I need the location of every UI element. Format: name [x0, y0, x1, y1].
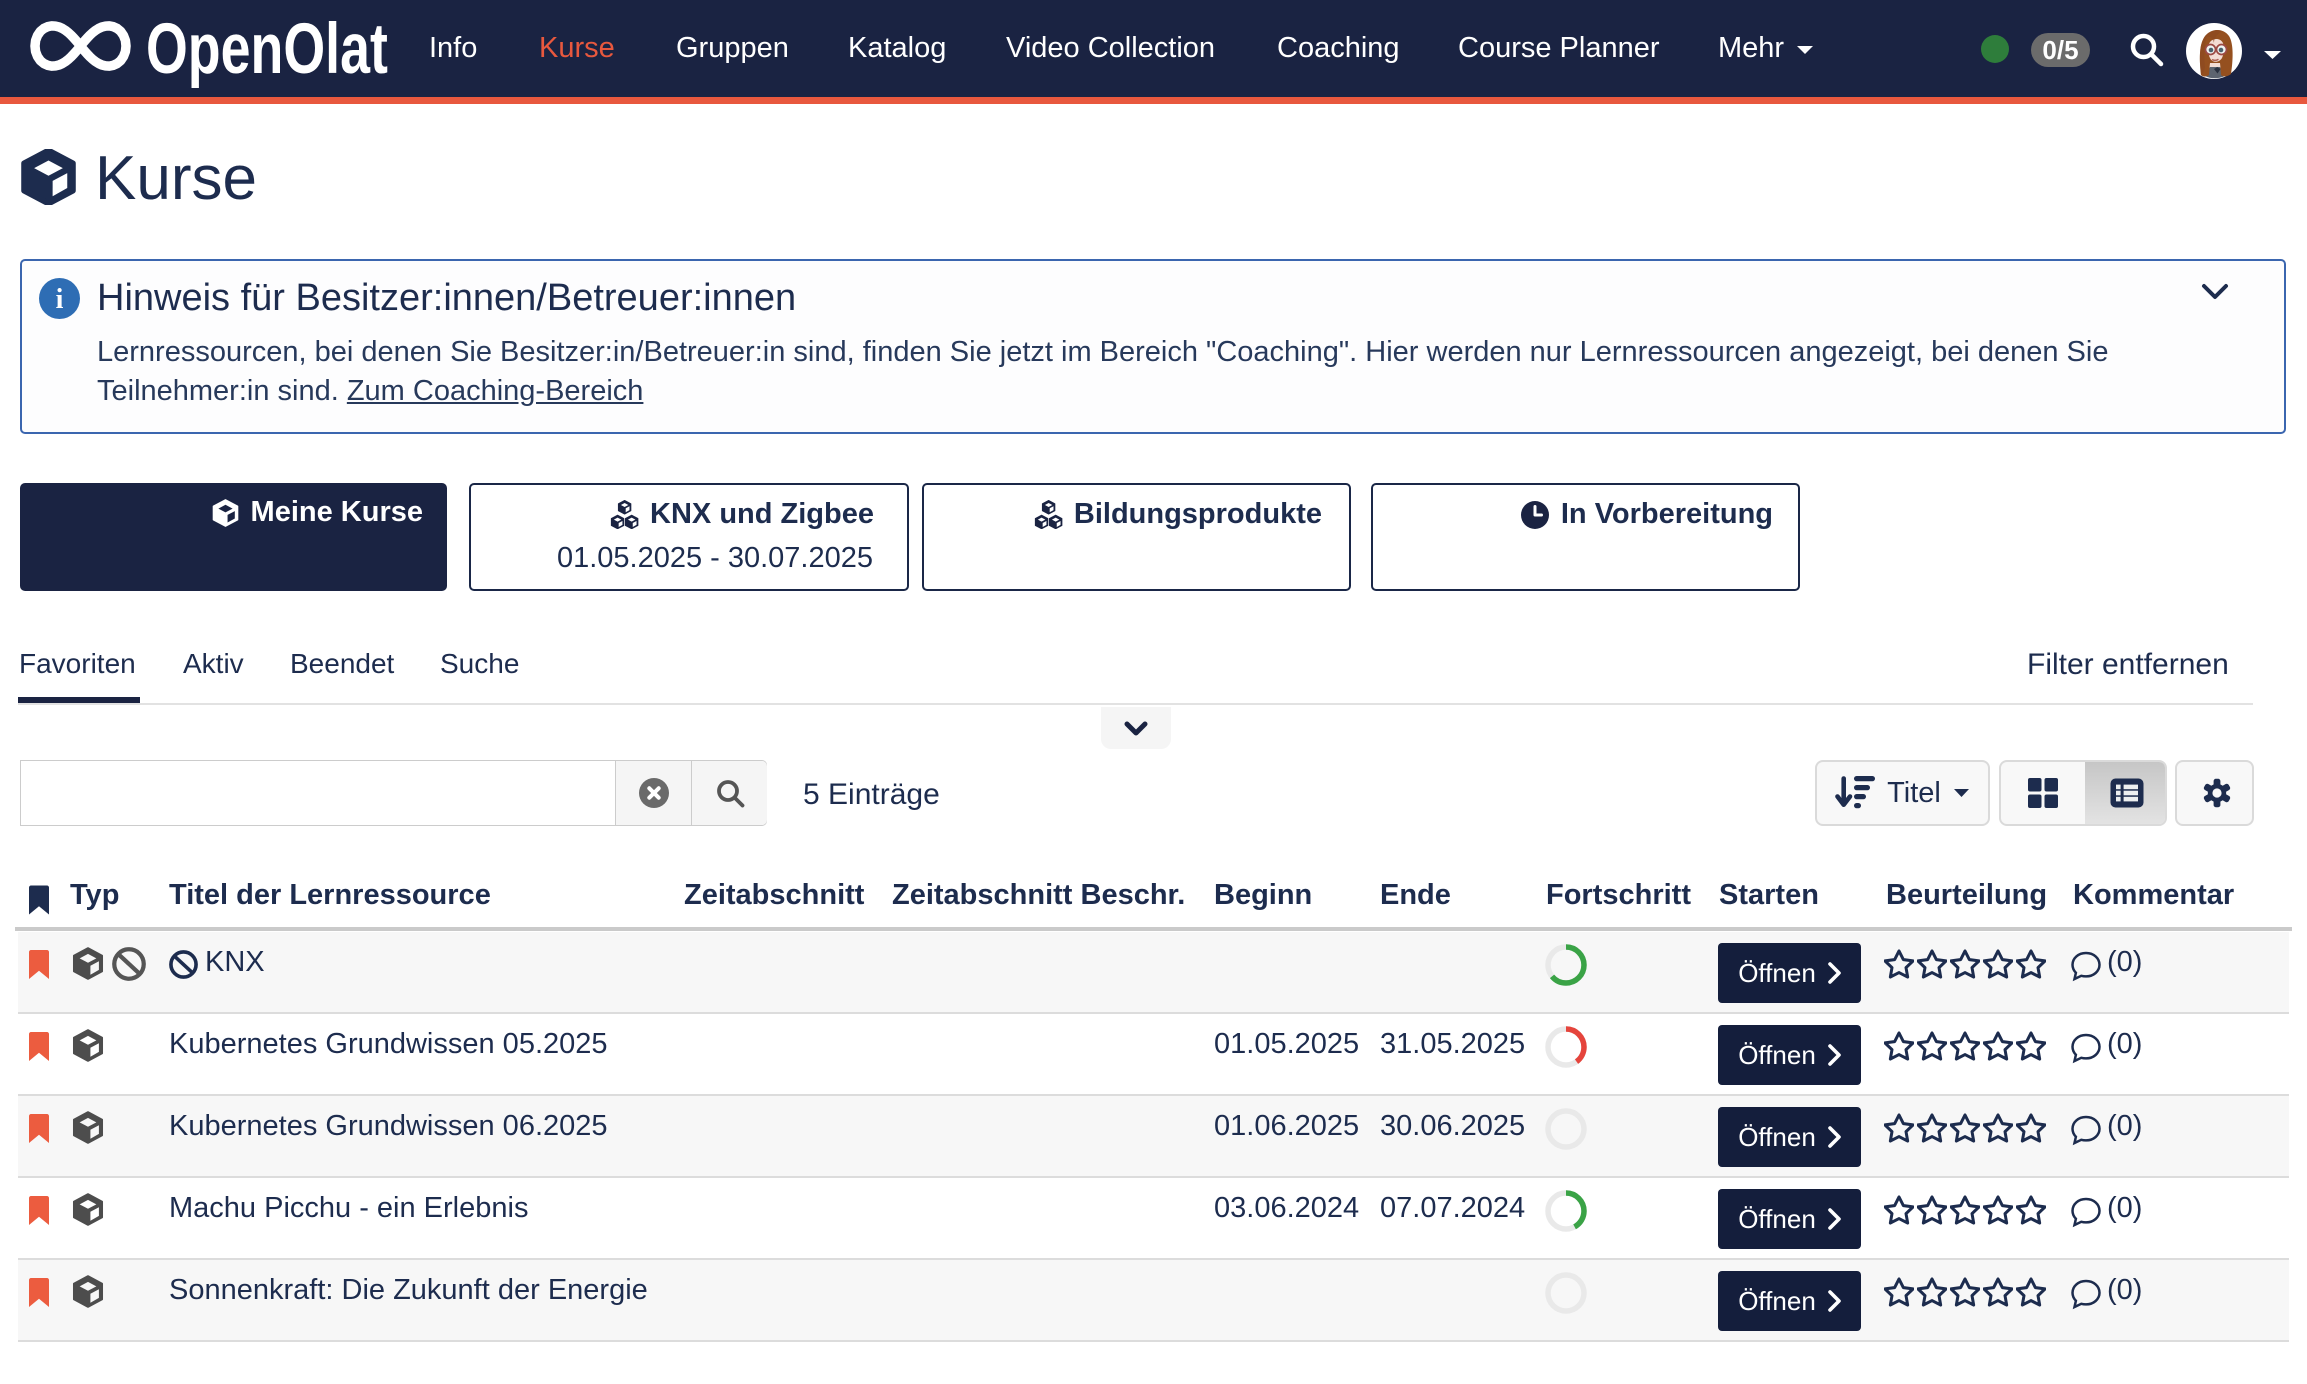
svg-text:i: i — [56, 284, 64, 315]
